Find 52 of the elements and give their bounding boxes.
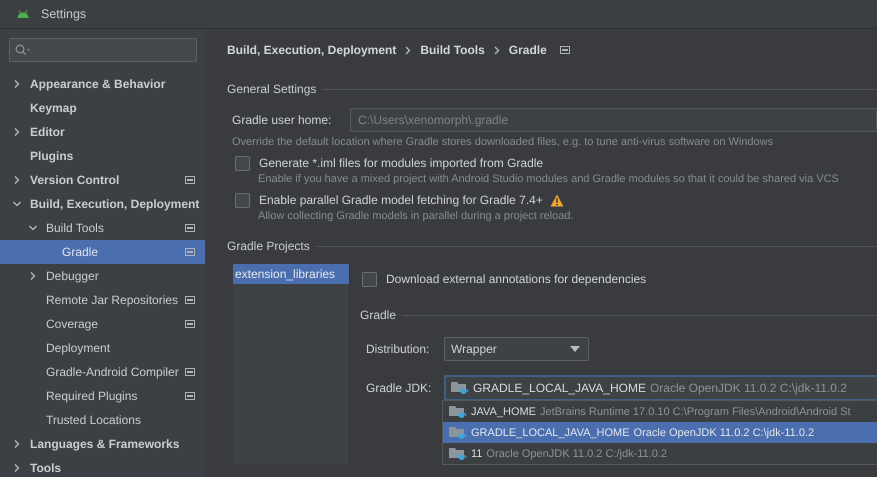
tree-item[interactable]: Remote Jar Repositories <box>0 288 205 312</box>
checkbox[interactable] <box>235 156 250 170</box>
tree-item[interactable]: Plugins <box>0 144 205 168</box>
dropdown-arrow-icon <box>570 346 580 352</box>
breadcrumb-item[interactable]: Build, Execution, Deployment <box>227 43 396 57</box>
section-title: General Settings <box>227 82 316 96</box>
search-icon <box>15 44 31 56</box>
jdk-option[interactable]: JAVA_HOME JetBrains Runtime 17.0.10 C:\Program Files\Android\Android St <box>443 401 877 422</box>
tree-item[interactable]: Trusted Locations <box>0 408 205 432</box>
folder-cup-icon <box>449 426 467 440</box>
folder-cup-icon <box>449 404 467 418</box>
breadcrumb-item[interactable]: Build Tools <box>420 43 485 57</box>
breadcrumb-item[interactable]: Gradle <box>508 43 547 57</box>
hint-text: Allow collecting Gradle models in parallel during a project reload. <box>258 210 574 222</box>
tree-item[interactable]: Build Tools <box>0 216 205 240</box>
field-label: Gradle user home: <box>232 113 332 127</box>
section-title: Gradle <box>360 308 396 322</box>
checkbox[interactable] <box>235 192 250 208</box>
tree-item[interactable]: Deployment <box>0 336 205 360</box>
jdk-option[interactable]: GRADLE_LOCAL_JAVA_HOME Oracle OpenJDK 11.0.2 C:\jdk-11.0.2 <box>443 422 877 443</box>
tree-item[interactable]: Editor <box>0 120 205 144</box>
tree-item[interactable]: Appearance & Behavior <box>0 72 205 96</box>
search-field[interactable] <box>9 38 197 62</box>
checkbox-label: Download external annotations for dependencies <box>386 272 646 286</box>
window-title: Settings <box>41 7 86 21</box>
android-logo-icon <box>17 10 29 18</box>
jdk-option[interactable]: 11 Oracle OpenJDK 11.0.2 C:/jdk-11.0.2 <box>443 443 877 464</box>
hint-text: Enable if you have a mixed project with Android Studio modules and Gradle modules so that it could be shared via VCS <box>258 173 840 185</box>
tree-item[interactable]: Tools <box>0 456 205 477</box>
distribution-dropdown[interactable]: Wrapper <box>444 337 589 361</box>
field-label: Distribution: <box>366 342 430 356</box>
tree-item[interactable]: Keymap <box>0 96 205 120</box>
tree-item[interactable]: Gradle-Android Compiler <box>0 360 205 384</box>
checkbox-label: Enable parallel Gradle model fetching for Gradle 7.4+ <box>259 193 543 207</box>
tree-item[interactable]: Languages & Frameworks <box>0 432 205 456</box>
section-title: Gradle Projects <box>227 239 310 253</box>
chevron-icon <box>405 46 412 54</box>
tree-item[interactable]: Debugger <box>0 264 205 288</box>
folder-cup-icon <box>451 381 469 395</box>
checkbox[interactable] <box>362 272 377 286</box>
project-item[interactable]: extension_libraries <box>233 264 349 284</box>
gradle-jdk-dropdown[interactable]: GRADLE_LOCAL_JAVA_HOME Oracle OpenJDK 11.0.2 C:\jdk-11.0.2 <box>444 375 877 401</box>
folder-cup-icon <box>449 446 467 460</box>
tree-item[interactable]: Coverage <box>0 312 205 336</box>
hint-text: Override the default location where Gradle stores downloaded files, e.g. to tune anti-virus software on Windows <box>232 136 774 148</box>
tree-item[interactable]: Gradle <box>0 240 205 264</box>
tree-item[interactable]: Build, Execution, Deployment <box>0 192 205 216</box>
checkbox-label: Generate *.iml files for modules imported from Gradle <box>259 156 544 170</box>
tree-item[interactable]: Version Control <box>0 168 205 192</box>
chevron-icon <box>494 46 500 54</box>
field-label: Gradle JDK: <box>366 381 432 395</box>
tree-item[interactable]: Required Plugins <box>0 384 205 408</box>
